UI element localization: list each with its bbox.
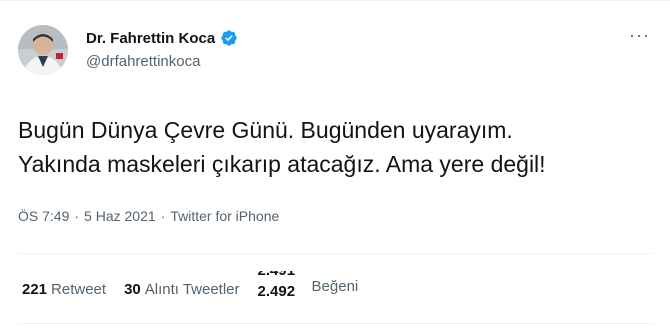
tweet-time[interactable]: ÖS 7:49 bbox=[18, 208, 69, 224]
likes-stat[interactable]: 2.491 2.492 Beğeni bbox=[258, 271, 359, 301]
avatar[interactable] bbox=[18, 25, 68, 75]
more-options-icon[interactable]: ··· bbox=[629, 26, 650, 44]
verified-badge-icon bbox=[220, 29, 238, 47]
tweet-text: Bugün Dünya Çevre Günü. Bugünden uyarayı… bbox=[18, 117, 546, 177]
tweet-stats: 221 Retweet 30 Alıntı Tweetler 2.491 2.4… bbox=[22, 271, 376, 301]
author-handle[interactable]: @drfahrettinkoca bbox=[86, 53, 200, 70]
quotes-label: Alıntı Tweetler bbox=[144, 280, 240, 298]
likes-label: Beğeni bbox=[311, 277, 359, 295]
avatar-photo bbox=[18, 25, 68, 75]
retweets-count: 221 bbox=[22, 280, 48, 298]
likes-counter-animation: 2.491 2.492 bbox=[258, 271, 308, 301]
tweet-card: Dr. Fahrettin Koca @drfahrettinkoca ··· … bbox=[0, 0, 670, 336]
meta-separator: · bbox=[74, 208, 80, 224]
author-name-row: Dr. Fahrettin Koca bbox=[86, 29, 238, 47]
tweet-source[interactable]: Twitter for iPhone bbox=[170, 208, 279, 224]
divider bbox=[18, 323, 652, 324]
tweet-meta: ÖS 7:49 · 5 Haz 2021 · Twitter for iPhon… bbox=[18, 208, 279, 224]
meta-separator: · bbox=[160, 208, 166, 224]
tweet-date[interactable]: 5 Haz 2021 bbox=[84, 208, 156, 224]
quotes-stat[interactable]: 30 Alıntı Tweetler bbox=[124, 281, 239, 298]
divider bbox=[18, 253, 652, 254]
retweets-label: Retweet bbox=[51, 280, 107, 298]
likes-count: 2.492 bbox=[257, 283, 296, 300]
retweets-stat[interactable]: 221 Retweet bbox=[22, 281, 106, 298]
author-display-name[interactable]: Dr. Fahrettin Koca bbox=[86, 30, 215, 47]
likes-count-old: 2.491 bbox=[258, 271, 296, 279]
quotes-count: 30 bbox=[124, 280, 141, 298]
